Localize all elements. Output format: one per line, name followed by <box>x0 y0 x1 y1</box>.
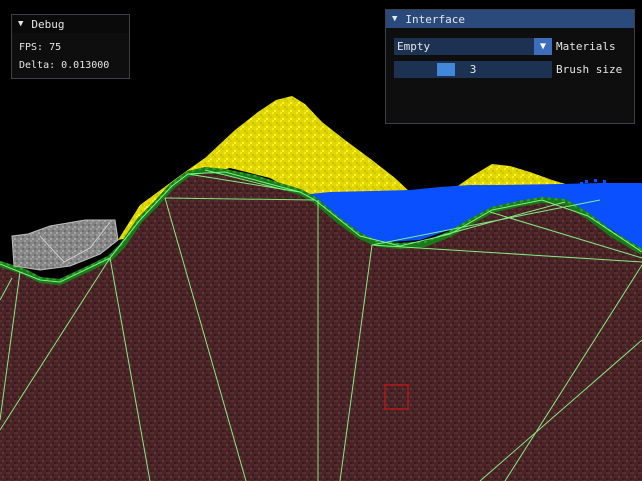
brush-size-slider[interactable]: 3 <box>394 61 552 78</box>
debug-titlebar[interactable]: ▼ Debug <box>12 15 129 33</box>
materials-combo[interactable]: Empty ▼ <box>394 38 552 55</box>
interface-title: Interface <box>405 12 466 26</box>
debug-title: Debug <box>31 17 65 31</box>
interface-titlebar[interactable]: ▼ Interface <box>386 10 634 28</box>
brush-size-value: 3 <box>469 63 477 76</box>
collapse-triangle-icon[interactable]: ▼ <box>18 19 23 29</box>
debug-window[interactable]: ▼ Debug FPS: 75 Delta: 0.013000 <box>11 14 130 79</box>
brush-size-label: Brush size <box>556 63 623 76</box>
dropdown-arrow-icon[interactable]: ▼ <box>534 38 552 55</box>
fps-readout: FPS: 75 <box>19 42 62 53</box>
collapse-triangle-icon[interactable]: ▼ <box>392 14 397 24</box>
delta-readout: Delta: 0.013000 <box>19 60 110 71</box>
materials-label: Materials <box>556 40 616 53</box>
materials-selected: Empty <box>397 40 431 53</box>
interface-window[interactable]: ▼ Interface Empty ▼ Materials 3 Brush si… <box>385 9 635 124</box>
